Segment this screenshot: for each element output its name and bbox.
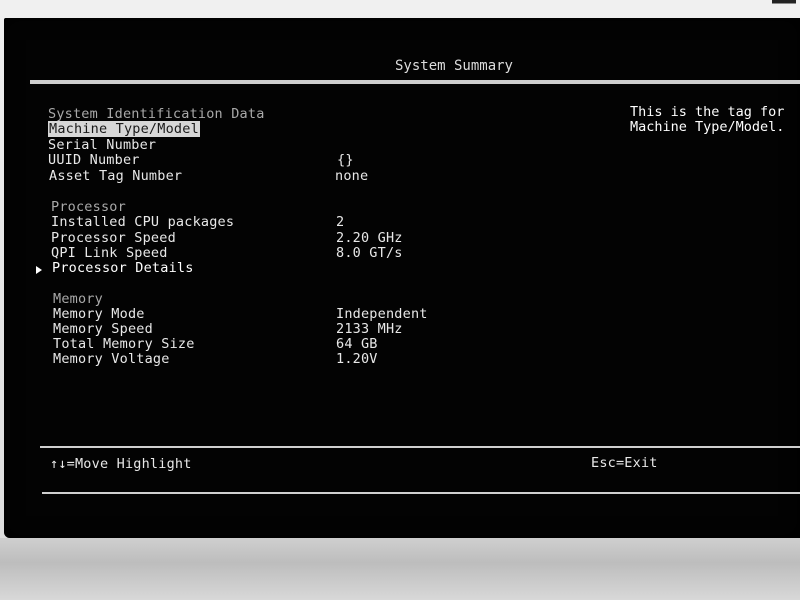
row-value-qpi-speed: 8.0 GT/s xyxy=(336,245,403,261)
bios-screen: System Summary System Identification Dat… xyxy=(4,18,800,538)
row-value-cpu-packages: 2 xyxy=(336,214,345,230)
footer-divider-top xyxy=(40,446,800,448)
row-value-processor-speed: 2.20 GHz xyxy=(336,230,403,246)
row-value-memory-voltage: 1.20V xyxy=(336,351,378,367)
row-value-total-memory: 64 GB xyxy=(336,336,378,352)
bezel-logo: ▀▀ xyxy=(772,0,796,8)
section-header-identification: System Identification Data xyxy=(48,106,265,122)
row-label-uuid[interactable]: UUID Number xyxy=(48,152,140,168)
submenu-processor-details[interactable]: Processor Details xyxy=(52,260,194,276)
row-value-memory-speed: 2133 MHz xyxy=(336,321,403,337)
section-header-processor: Processor xyxy=(51,199,126,215)
row-label-machine-type[interactable]: Machine Type/Model xyxy=(48,121,200,137)
row-value-uuid: {} xyxy=(337,152,354,168)
section-header-memory: Memory xyxy=(53,291,103,307)
page-title: System Summary xyxy=(394,58,513,74)
monitor-bottom-frame xyxy=(0,538,800,600)
row-label-asset-tag[interactable]: Asset Tag Number xyxy=(49,168,182,184)
row-label-memory-mode[interactable]: Memory Mode xyxy=(53,306,145,322)
row-value-memory-mode: Independent xyxy=(336,306,428,322)
footer-divider-bottom xyxy=(42,492,800,494)
move-highlight-hint: ↑↓=Move Highlight xyxy=(50,456,192,472)
title-divider-bottom xyxy=(30,82,800,84)
exit-hint[interactable]: Esc=Exit xyxy=(591,455,658,471)
row-label-memory-voltage[interactable]: Memory Voltage xyxy=(53,351,170,367)
help-text-line-2: Machine Type/Model. xyxy=(630,119,785,135)
triangle-right-icon xyxy=(36,266,42,274)
help-text-line-1: This is the tag for xyxy=(630,104,785,120)
row-label-qpi-speed[interactable]: QPI Link Speed xyxy=(51,245,168,261)
row-value-asset-tag: none xyxy=(335,168,369,184)
row-label-serial-number[interactable]: Serial Number xyxy=(48,137,156,153)
row-label-total-memory[interactable]: Total Memory Size xyxy=(53,336,195,352)
row-label-cpu-packages[interactable]: Installed CPU packages xyxy=(51,214,234,230)
row-label-memory-speed[interactable]: Memory Speed xyxy=(53,321,153,337)
row-label-processor-speed[interactable]: Processor Speed xyxy=(51,230,176,246)
